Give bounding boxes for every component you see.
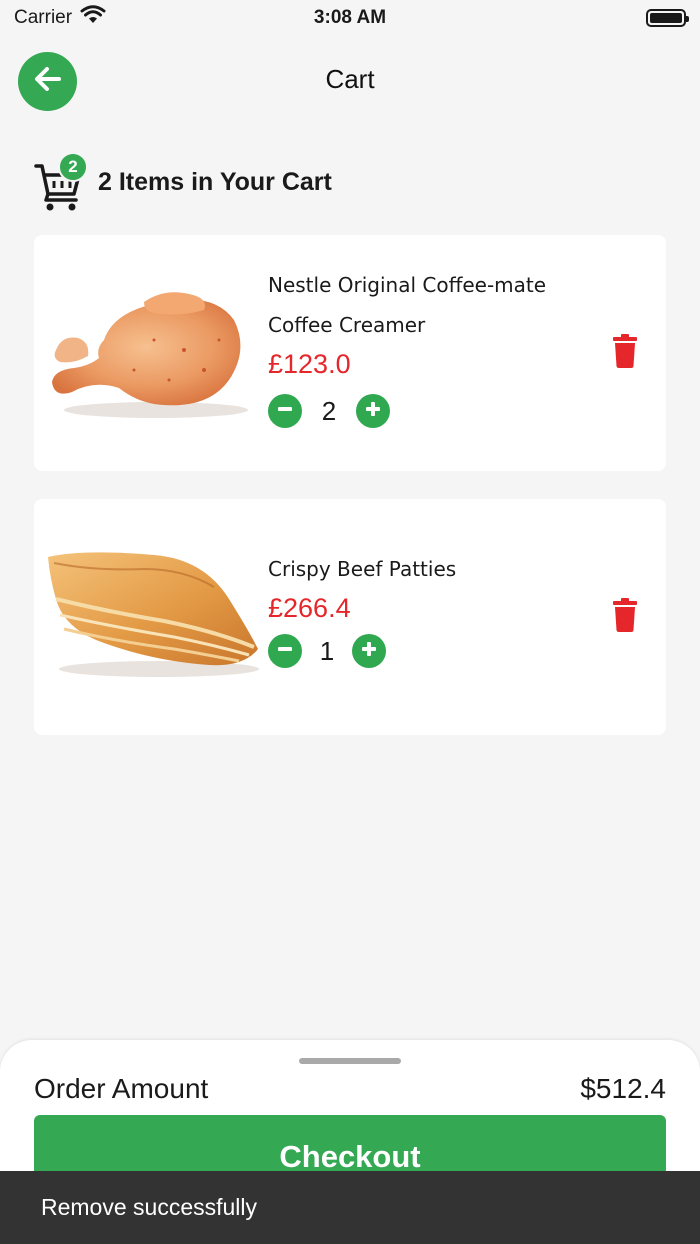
product-info: Crispy Beef Patties £266.4 1 xyxy=(268,549,588,669)
battery-icon xyxy=(646,9,689,27)
increase-quantity-button[interactable] xyxy=(352,634,386,668)
wifi-icon xyxy=(80,5,106,31)
delete-item-button[interactable] xyxy=(610,597,640,637)
quantity-stepper: 1 xyxy=(268,633,588,669)
quantity-value: 1 xyxy=(319,635,335,666)
toast-message: Remove successfully xyxy=(0,1171,700,1244)
sheet-drag-handle[interactable] xyxy=(299,1058,401,1064)
product-image-patty xyxy=(44,539,264,699)
minus-icon xyxy=(276,400,294,423)
cart-summary: 2 2 Items in Your Cart xyxy=(34,152,332,212)
product-image-chicken xyxy=(44,280,264,440)
order-amount-value: $512.4 xyxy=(580,1073,666,1104)
minus-icon xyxy=(276,640,294,663)
status-left: Carrier xyxy=(14,5,106,31)
product-price: £266.4 xyxy=(268,593,351,623)
product-info: Nestle Original Coffee-mate Coffee Cream… xyxy=(268,265,588,429)
trash-icon xyxy=(612,333,638,373)
carrier-label: Carrier xyxy=(14,7,73,28)
plus-icon xyxy=(364,400,382,423)
increase-quantity-button[interactable] xyxy=(356,394,390,428)
product-name-line: Nestle Original Coffee-mate xyxy=(268,273,547,297)
cart-icon-wrap: 2 xyxy=(34,152,88,212)
cart-summary-text: 2 Items in Your Cart xyxy=(98,167,332,196)
product-name-line: Coffee Creamer xyxy=(268,313,426,337)
cart-item: Crispy Beef Patties £266.4 1 xyxy=(34,499,666,735)
order-amount-label: Order Amount xyxy=(34,1073,209,1104)
product-name-line: Crispy Beef Patties xyxy=(268,557,457,581)
status-bar: Carrier 3:08 AM xyxy=(0,0,700,36)
page-title: Cart xyxy=(325,64,375,94)
cart-count-badge: 2 xyxy=(58,152,88,182)
decrease-quantity-button[interactable] xyxy=(268,394,302,428)
delete-item-button[interactable] xyxy=(610,333,640,373)
product-name: Nestle Original Coffee-mate Coffee Cream… xyxy=(268,265,588,345)
product-name: Crispy Beef Patties xyxy=(268,549,588,589)
toast-text: Remove successfully xyxy=(41,1194,258,1220)
quantity-stepper: 2 xyxy=(268,393,588,429)
product-price: £123.0 xyxy=(268,349,351,379)
quantity-value: 2 xyxy=(321,395,337,426)
header: Cart xyxy=(0,50,700,112)
plus-icon xyxy=(360,640,378,663)
cart-item: Nestle Original Coffee-mate Coffee Cream… xyxy=(34,235,666,471)
decrease-quantity-button[interactable] xyxy=(268,634,302,668)
trash-icon xyxy=(612,597,638,637)
